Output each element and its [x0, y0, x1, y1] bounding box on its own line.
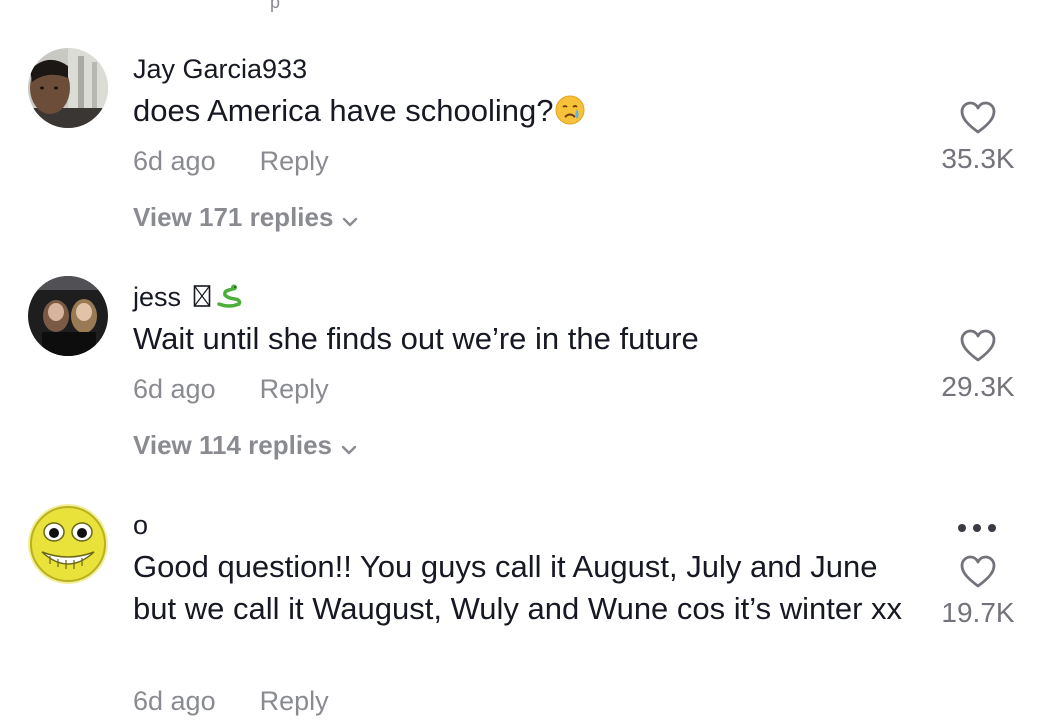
chevron-down-icon: [340, 430, 358, 464]
more-options-icon[interactable]: [952, 516, 1002, 536]
heart-icon: [960, 555, 996, 588]
view-replies-button[interactable]: View 114 replies: [133, 428, 358, 464]
comment-username[interactable]: jess: [133, 280, 243, 316]
avatar[interactable]: [28, 276, 108, 356]
comment-meta: 6d ago Reply: [133, 372, 329, 406]
snake-emoji-icon: [215, 282, 243, 316]
heart-icon: [960, 101, 996, 134]
like-button[interactable]: 29.3K: [923, 328, 1033, 404]
like-count: 29.3K: [941, 371, 1015, 402]
username-text: jess: [133, 282, 182, 312]
like-count: 35.3K: [941, 143, 1015, 174]
like-count: 19.7K: [941, 597, 1015, 628]
cut-off-text-fragment: p: [270, 0, 281, 12]
like-button[interactable]: 19.7K: [923, 554, 1033, 630]
username-text: Jay Garcia933: [133, 54, 308, 84]
comment-meta: 6d ago Reply: [133, 144, 329, 178]
comment-text: Wait until she finds out we’re in the fu…: [133, 318, 913, 360]
view-replies-label: View 171 replies: [133, 202, 334, 232]
avatar[interactable]: [28, 48, 108, 128]
crying-face-emoji-icon: [555, 94, 585, 136]
reply-button[interactable]: Reply: [260, 144, 329, 178]
comment-text-content: does America have schooling?: [133, 93, 554, 128]
comment-text-content: Good question!! You guys call it August,…: [133, 549, 903, 626]
comment-text-content: Wait until she finds out we’re in the fu…: [133, 321, 699, 356]
comment-meta: 6d ago Reply: [133, 684, 329, 718]
comment-timestamp: 6d ago: [133, 374, 216, 404]
view-replies-button[interactable]: View 171 replies: [133, 200, 359, 236]
comment-username[interactable]: o: [133, 508, 148, 542]
comment-text: does America have schooling?: [133, 90, 913, 136]
reply-button[interactable]: Reply: [260, 684, 329, 718]
view-replies-label: View 114 replies: [133, 430, 332, 460]
username-text: o: [133, 510, 149, 540]
avatar[interactable]: [28, 504, 108, 584]
reply-button[interactable]: Reply: [260, 372, 329, 406]
comment-timestamp: 6d ago: [133, 146, 216, 176]
like-button[interactable]: 35.3K: [923, 100, 1033, 176]
comment-timestamp: 6d ago: [133, 686, 216, 716]
chevron-down-icon: [341, 202, 359, 236]
comment-username[interactable]: Jay Garcia933: [133, 52, 307, 86]
heart-icon: [960, 329, 996, 362]
missing-glyph-icon: [193, 282, 211, 316]
comment-text: Good question!! You guys call it August,…: [133, 546, 923, 630]
